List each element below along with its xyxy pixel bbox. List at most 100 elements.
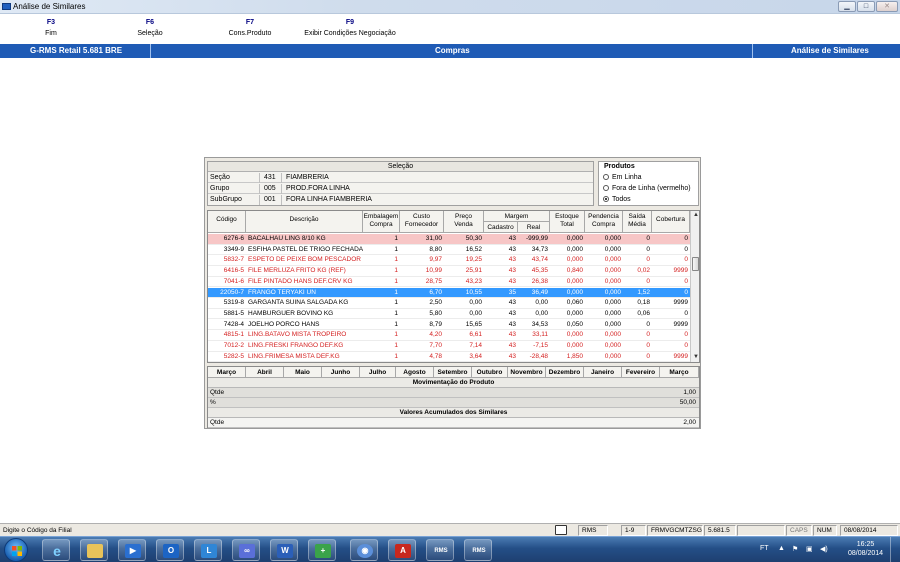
col-header-embalagem[interactable]: Embalagem Compra xyxy=(363,211,400,233)
radio-label: Fora de Linha (vermelho) xyxy=(612,185,691,192)
col-header-cadastro[interactable]: Cadastro xyxy=(484,222,518,233)
show-desktop-button[interactable] xyxy=(890,537,900,562)
tray-volume-icon[interactable]: ◀) xyxy=(820,545,828,553)
system-version: G-RMS Retail 5.681 BRE xyxy=(30,46,123,55)
table-row[interactable]: 5881-5 HAMBURGUER BOVINO KG 1 5,80 0,00 43 0,0… xyxy=(208,309,690,320)
selection-row-subgrupo[interactable]: SubGrupo 001 FORA LINHA FIAMBRERIA xyxy=(208,195,593,205)
table-row[interactable]: 7428-4 JOELHO PORCO HANS 1 8,79 15,65 43 34,53… xyxy=(208,320,690,331)
f6-selecao-button[interactable]: F6 Seleção xyxy=(135,19,165,37)
tray-expand-icon[interactable]: ▲ xyxy=(778,545,785,552)
taskbar-rms-2[interactable]: RMS xyxy=(464,539,492,561)
status-date: 08/08/2014 xyxy=(840,525,898,536)
cell-pend: 0,000 xyxy=(604,288,621,296)
tray-language[interactable]: FT xyxy=(760,545,769,552)
taskbar-explorer[interactable] xyxy=(80,539,108,561)
cell-saida: 0,18 xyxy=(637,299,650,307)
col-header-preco[interactable]: Preço Venda xyxy=(444,211,484,233)
taskbar-media[interactable]: ▶ xyxy=(118,539,146,561)
table-row[interactable]: 5282-5 LING.FRIMESA MISTA DEF.KG 1 4,78 3,64… xyxy=(208,352,690,362)
cell-preco: 16,52 xyxy=(465,245,482,253)
table-row[interactable]: 7012-2 LING.FRESKI FRANGO DEF.KG 1 7,70 7,14… xyxy=(208,341,690,352)
scroll-up-icon[interactable]: ▲ xyxy=(691,211,699,220)
cell-cob: 0 xyxy=(684,245,688,253)
f7-cons-produto-button[interactable]: F7 Cons.Produto xyxy=(226,19,274,37)
cell-desc: JOELHO PORCO HANS xyxy=(248,320,320,328)
row-label: Qtde xyxy=(210,389,225,396)
tray-flag-icon[interactable]: ⚑ xyxy=(792,545,798,553)
month-header: Maio xyxy=(284,367,322,378)
f9-condicoes-button[interactable]: F9 Exibir Condições Negociação xyxy=(300,19,400,37)
taskbar-infopath[interactable]: ∞ xyxy=(232,539,260,561)
cell-pend: 0,000 xyxy=(604,235,621,242)
row-percent: % 50,00 xyxy=(208,398,699,408)
row-label: % xyxy=(210,399,216,406)
selection-name: FIAMBRERIA xyxy=(286,174,329,181)
start-button[interactable] xyxy=(4,538,28,562)
selection-row-grupo[interactable]: Grupo 005 PROD.FORA LINHA xyxy=(208,184,593,194)
col-header-pendencia[interactable]: Pendencia Compra xyxy=(585,211,623,233)
taskbar-chrome[interactable]: ◉ xyxy=(350,539,378,561)
table-row[interactable]: 3349-9 ESFIHA PASTEL DE TRIGO FECHADA 1 8,8… xyxy=(208,245,690,256)
col-header-estoque[interactable]: Estoque Total xyxy=(550,211,585,233)
grid-scrollbar[interactable]: ▲ ▼ xyxy=(690,211,699,362)
col-header-custo[interactable]: Custo Fornecedor xyxy=(400,211,444,233)
taskbar-clock[interactable]: 16:25 08/08/2014 xyxy=(848,540,883,558)
cell-custo: 10,99 xyxy=(425,267,442,275)
col-header-saida[interactable]: Saída Média xyxy=(623,211,652,233)
cell-saida: 1,52 xyxy=(637,288,650,296)
cell-cob: 0 xyxy=(684,342,688,349)
cell-pend: 0,000 xyxy=(604,320,621,328)
taskbar-outlook[interactable]: O xyxy=(156,539,184,561)
rms-icon: RMS xyxy=(434,548,448,554)
cell-cob: 0 xyxy=(684,288,688,296)
month-header: Janeiro xyxy=(584,367,622,378)
table-row[interactable]: 4815-1 LING.BATAVO MISTA TROPEIRO 1 4,20 6,6… xyxy=(208,330,690,341)
fkey-label: Fim xyxy=(45,30,57,37)
table-row[interactable]: 5319-8 GARGANTA SUINA SALGADA KG 1 2,50 0,00… xyxy=(208,298,690,309)
taskbar-rms-1[interactable]: RMS xyxy=(426,539,454,561)
col-header-cobertura[interactable]: Cobertura xyxy=(652,211,690,233)
cell-pend: 0,000 xyxy=(604,299,621,307)
radio-fora-de-linha[interactable]: Fora de Linha (vermelho) xyxy=(603,184,691,193)
status-num: NUM xyxy=(813,525,837,536)
cell-preco: 0,00 xyxy=(469,299,482,307)
table-row[interactable]: 22050-7 FRANGO TERYAKI UN 1 6,70 10,55 35 36,4… xyxy=(208,287,690,299)
status-caps: CAPS xyxy=(786,525,812,536)
selection-row-secao[interactable]: Seção 431 FIAMBRERIA xyxy=(208,173,593,183)
table-row[interactable]: 5832-7 ESPETO DE PEIXE BOM PESCADOR 1 9,97 1… xyxy=(208,255,690,266)
close-button[interactable]: ✕ xyxy=(876,1,898,12)
cell-custo: 8,80 xyxy=(429,245,442,253)
radio-em-linha[interactable]: Em Linha xyxy=(603,173,642,182)
taskbar-pdf[interactable]: A xyxy=(388,539,416,561)
table-row[interactable]: 6416-5 FILE MERLUZA FRITO KG (REF) 1 10,99 2… xyxy=(208,266,690,277)
analysis-panel: Seleção Seção 431 FIAMBRERIA Grupo 005 P… xyxy=(204,157,701,429)
cell-emb: 1 xyxy=(394,320,398,328)
taskbar-ie[interactable]: e xyxy=(42,539,70,561)
product-grid: Código Descrição Embalagem Compra Custo … xyxy=(207,210,700,363)
maximize-button[interactable]: □ xyxy=(857,1,875,12)
cell-cob: 0 xyxy=(684,309,688,317)
f3-fim-button[interactable]: F3 Fim xyxy=(40,19,62,37)
taskbar-installer[interactable]: + xyxy=(308,539,336,561)
status-bar: Digite o Código da Filial RMS 1-9 FRMVGC… xyxy=(0,523,900,536)
produtos-title: Produtos xyxy=(604,163,635,170)
status-host: FRMVGCMTZSG xyxy=(647,525,703,536)
header-line: Embalagem xyxy=(363,213,399,220)
tray-network-icon[interactable]: ▣ xyxy=(806,545,813,553)
col-header-descricao[interactable]: Descrição xyxy=(246,211,363,233)
scroll-thumb[interactable] xyxy=(692,257,699,271)
produtos-filter: Produtos Em Linha Fora de Linha (vermelh… xyxy=(598,161,699,206)
cell-cad: 43 xyxy=(508,277,516,285)
cell-desc: ESFIHA PASTEL DE TRIGO FECHADA xyxy=(248,245,363,253)
col-header-real[interactable]: Real xyxy=(518,222,550,233)
radio-todos[interactable]: Todos xyxy=(603,195,631,204)
month-header: Agosto xyxy=(396,367,434,378)
col-header-codigo[interactable]: Código xyxy=(208,211,246,233)
table-row[interactable]: 6276-6 BACALHAU LING 8/10 KG 1 31,00 50,30 43… xyxy=(208,234,690,245)
scroll-down-icon[interactable]: ▼ xyxy=(691,353,699,362)
taskbar-word[interactable]: W xyxy=(270,539,298,561)
taskbar-lync[interactable]: L xyxy=(194,539,222,561)
table-row[interactable]: 7041-6 FILE PINTADO HANS DEF.CRV KG 1 28,75… xyxy=(208,277,690,288)
cell-desc: LING.BATAVO MISTA TROPEIRO xyxy=(248,331,347,339)
minimize-button[interactable]: ▁ xyxy=(838,1,856,12)
